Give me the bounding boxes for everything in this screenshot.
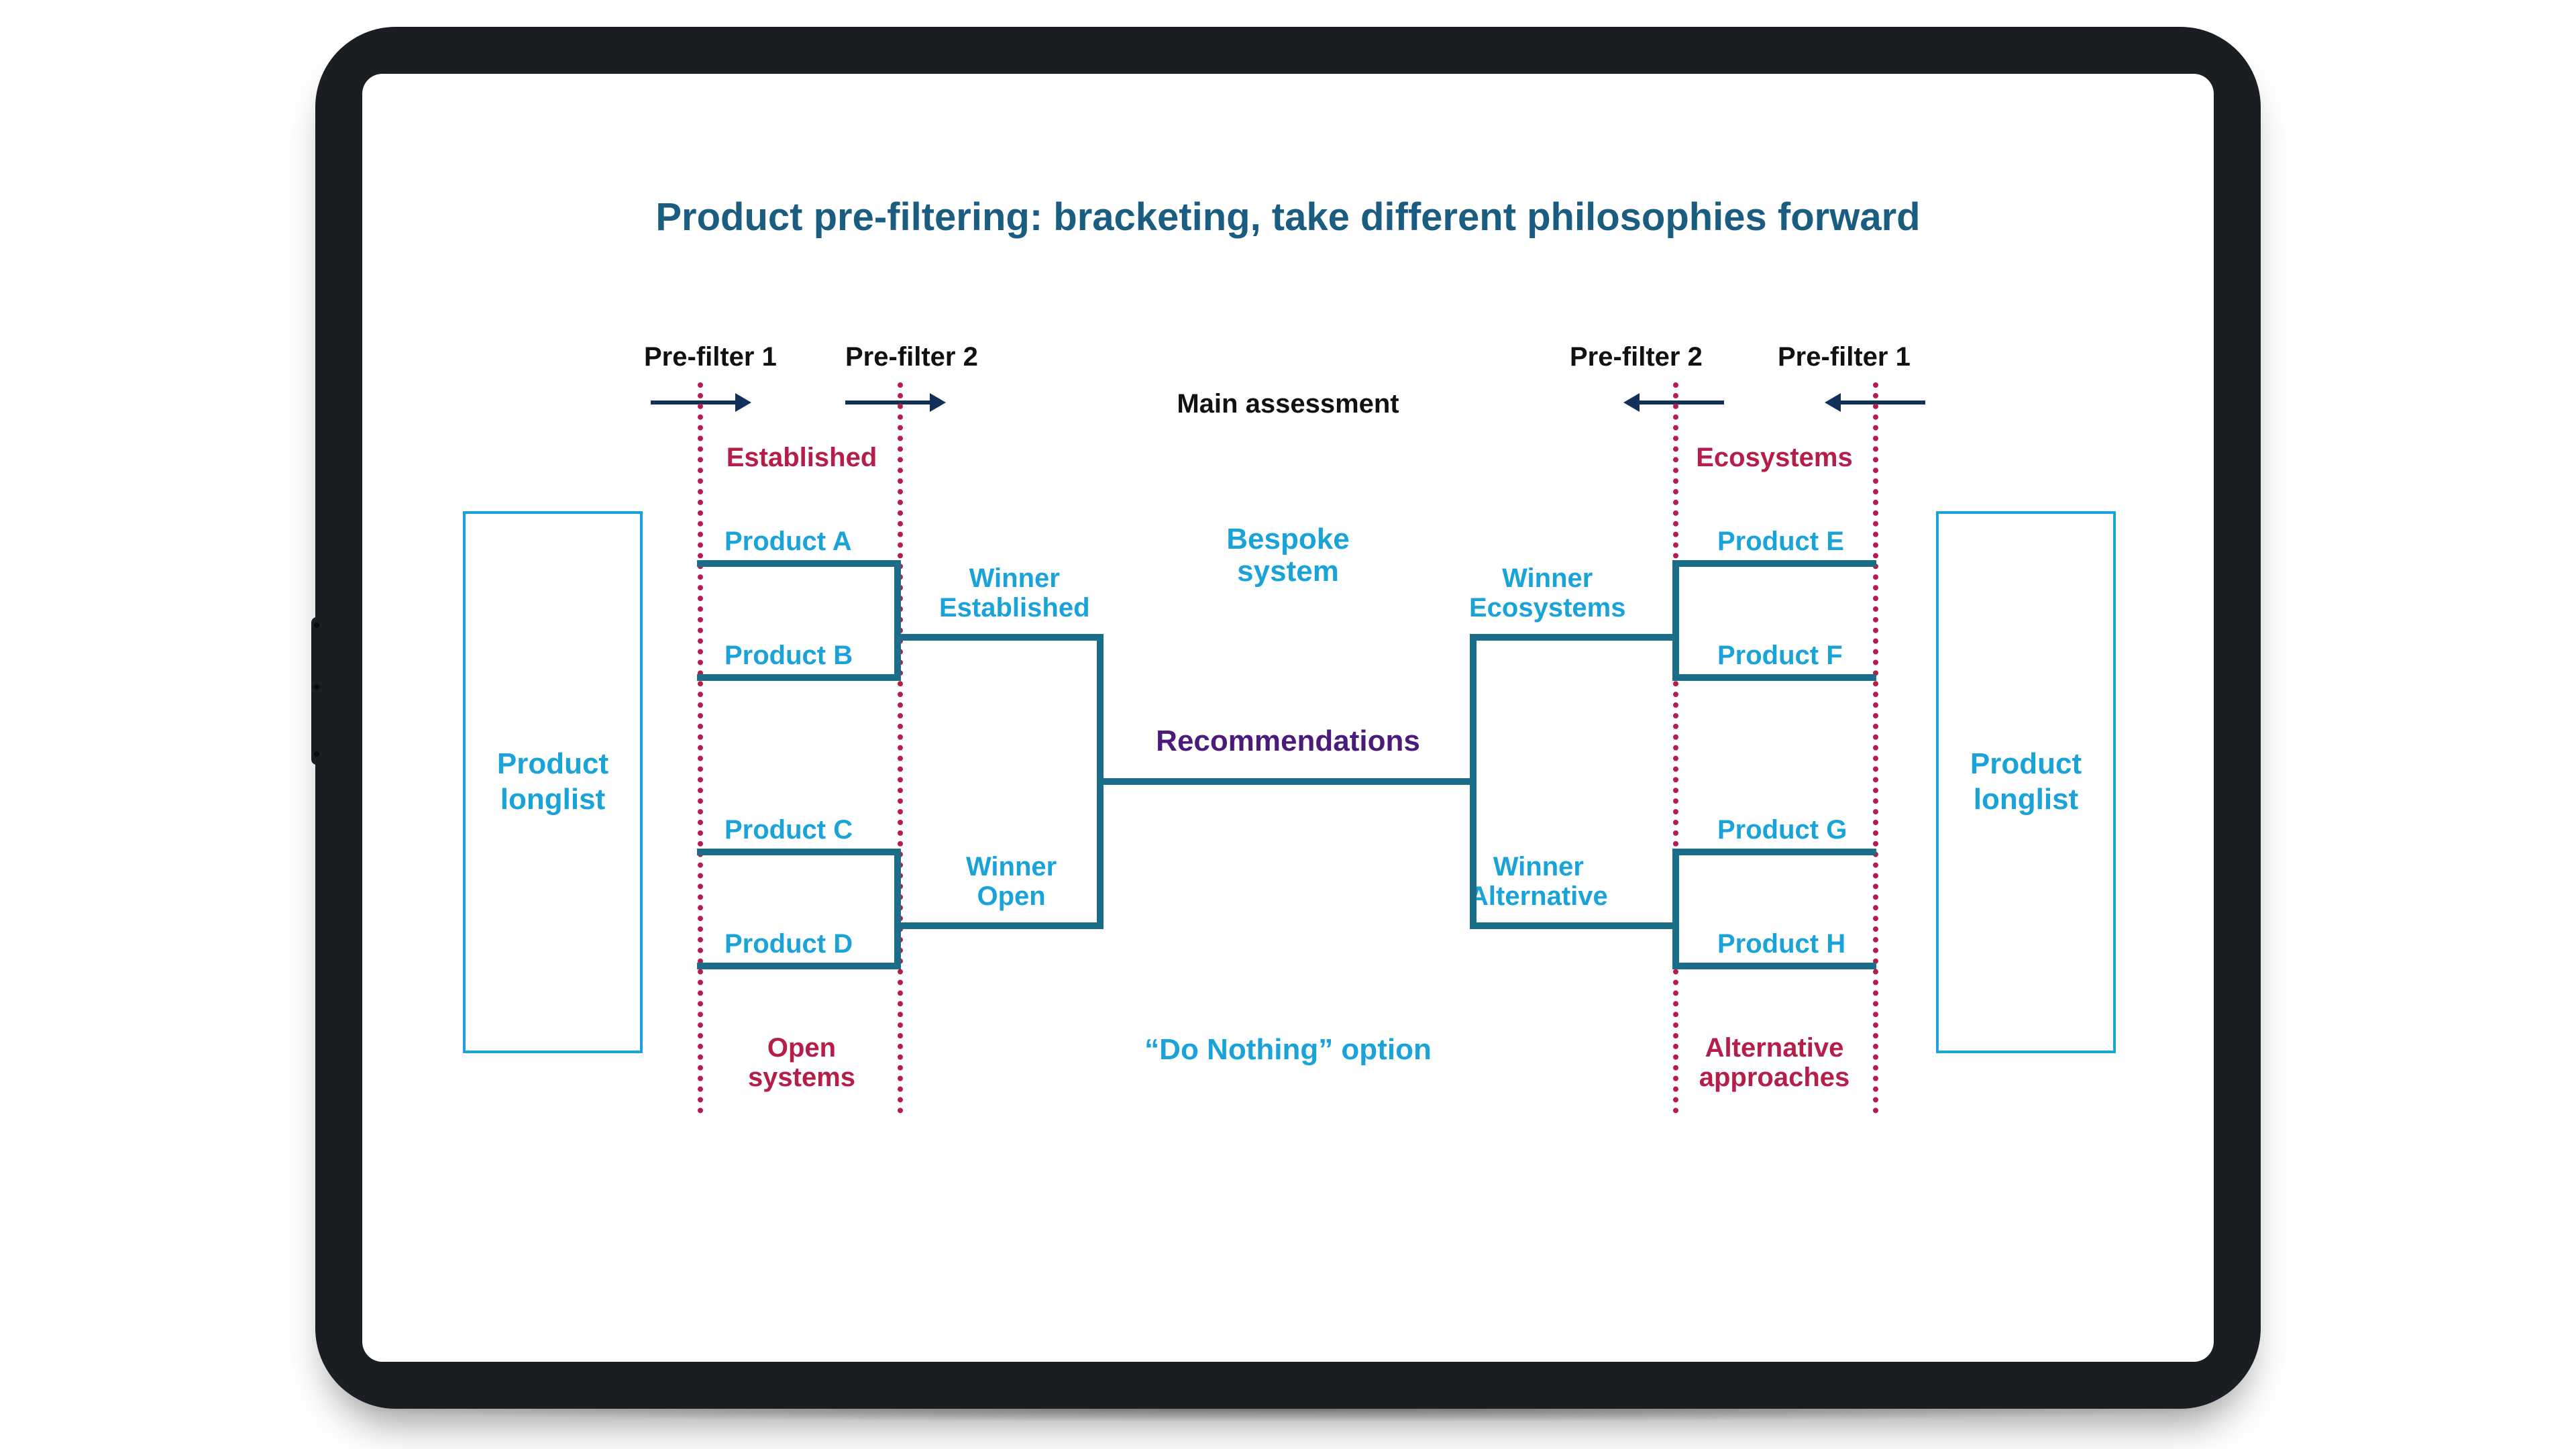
guide-line — [898, 382, 903, 1114]
do-nothing-option: “Do Nothing” option — [1087, 1033, 1489, 1067]
guide-line — [1673, 382, 1678, 1114]
product-c: Product C — [724, 815, 853, 845]
product-d: Product D — [724, 929, 853, 959]
tablet-side-buttons — [311, 617, 322, 765]
product-e: Product E — [1717, 527, 1844, 557]
category-alternative: Alternative approaches — [1684, 1033, 1865, 1092]
header-prefilter1-right: Pre-filter 1 — [1778, 342, 1911, 372]
product-a: Product A — [724, 527, 852, 557]
winner-alternative: Winner Alternative — [1469, 852, 1608, 911]
header-main-assessment: Main assessment — [1154, 389, 1422, 419]
winner-open: Winner Open — [966, 852, 1057, 911]
category-open-systems: Open systems — [711, 1033, 892, 1092]
winner-ecosystems: Winner Ecosystems — [1469, 564, 1625, 623]
longlist-label: Product longlist — [466, 747, 640, 818]
header-prefilter2-right: Pre-filter 2 — [1570, 342, 1703, 372]
product-longlist-left: Product longlist — [463, 511, 643, 1053]
header-prefilter2-left: Pre-filter 2 — [845, 342, 978, 372]
longlist-label: Product longlist — [1939, 747, 2113, 818]
guide-line — [1873, 382, 1878, 1114]
product-longlist-right: Product longlist — [1936, 511, 2116, 1053]
bespoke-system: Bespoke system — [1187, 523, 1389, 588]
diagram-title: Product pre-filtering: bracketing, take … — [0, 195, 2576, 239]
header-prefilter1-left: Pre-filter 1 — [644, 342, 777, 372]
winner-established: Winner Established — [939, 564, 1090, 623]
category-established: Established — [711, 443, 892, 473]
category-ecosystems: Ecosystems — [1684, 443, 1865, 473]
product-h: Product H — [1717, 929, 1845, 959]
product-b: Product B — [724, 641, 853, 671]
recommendations: Recommendations — [1154, 724, 1422, 758]
product-g: Product G — [1717, 815, 1847, 845]
guide-line — [698, 382, 703, 1114]
product-f: Product F — [1717, 641, 1843, 671]
